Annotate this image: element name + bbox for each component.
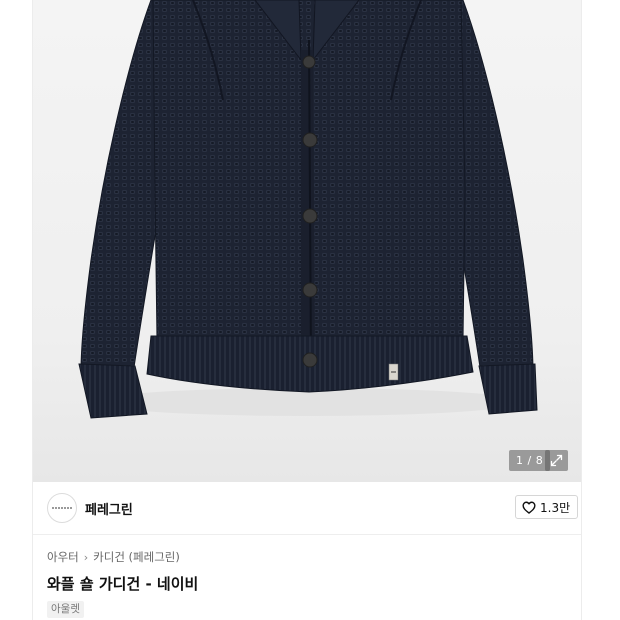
brand-logo[interactable]: [47, 493, 77, 523]
image-counter-total: 8: [535, 454, 544, 467]
expand-icon: [550, 454, 563, 467]
brand-row: 페레그린 1.3만: [33, 482, 581, 535]
brand-name[interactable]: 페레그린: [85, 499, 133, 518]
brand-logo-mark: [52, 507, 72, 509]
product-image-gallery[interactable]: 1 / 8: [33, 0, 581, 482]
product-page: 1 / 8 페레그린 1.3만 아우터 › 카디건 (페레그린) 와플 숄 가디…: [32, 0, 582, 620]
breadcrumb-item-outer[interactable]: 아우터: [47, 549, 79, 565]
chevron-right-icon: ›: [83, 550, 89, 564]
product-title: 와플 숄 가디건 - 네이비: [47, 575, 199, 593]
expand-button[interactable]: [545, 450, 568, 471]
like-count: 1.3만: [540, 500, 571, 515]
image-counter-separator: /: [523, 454, 536, 467]
breadcrumb-item-cardigan[interactable]: 카디건 (페레그린): [93, 549, 180, 565]
image-counter-current: 1: [516, 454, 524, 467]
like-button[interactable]: 1.3만: [515, 495, 579, 519]
outlet-tag: 아울렛: [47, 601, 84, 618]
product-image: [78, 0, 538, 419]
breadcrumb: 아우터 › 카디건 (페레그린): [47, 549, 180, 565]
heart-icon: [522, 501, 536, 514]
